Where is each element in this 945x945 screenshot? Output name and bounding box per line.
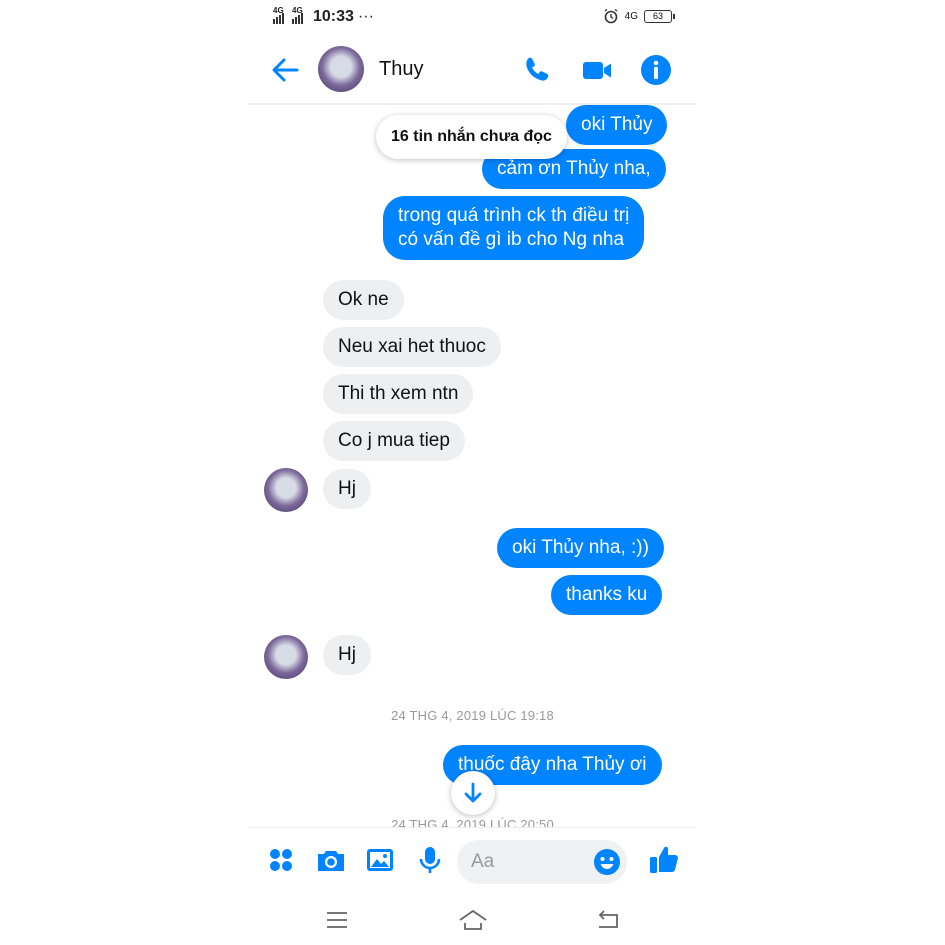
message-line: có vấn đề gì ib cho Ng nha <box>398 229 625 250</box>
message-list[interactable]: oki Thủy cảm ơn Thủy nha, trong quá trìn… <box>249 105 696 827</box>
incoming-message[interactable]: Hj <box>323 635 371 675</box>
info-icon[interactable] <box>640 54 672 86</box>
video-call-icon[interactable] <box>581 54 613 86</box>
contact-avatar[interactable] <box>318 46 364 92</box>
outgoing-message[interactable]: thanks ku <box>551 575 663 615</box>
home-icon[interactable] <box>458 907 488 933</box>
status-bar: 4G 4G 10:33 ··· 4G 63 <box>249 0 696 36</box>
network-type: 4G <box>624 10 638 22</box>
system-navigation-bar <box>249 897 696 945</box>
scroll-to-bottom-button[interactable] <box>451 771 495 815</box>
timestamp: 24 THG 4, 2019 LÚC 19:18 <box>391 708 554 723</box>
clock: 10:33 <box>313 8 354 25</box>
microphone-icon[interactable] <box>414 844 446 876</box>
phone-call-icon[interactable] <box>521 54 553 86</box>
message-line: trong quá trình ck th điều trị <box>398 205 630 226</box>
thumbs-up-icon[interactable] <box>647 842 681 876</box>
incoming-message[interactable]: Co j mua tiep <box>323 421 465 461</box>
incoming-message[interactable]: Thi th xem ntn <box>323 374 474 414</box>
back-nav-icon[interactable] <box>593 907 623 933</box>
composer-bar: Aa <box>249 827 696 898</box>
conversation-header: Thuy <box>249 40 696 102</box>
outgoing-message[interactable]: oki Thủy nha, :)) <box>497 528 664 568</box>
incoming-message[interactable]: Neu xai het thuoc <box>323 327 501 367</box>
arrow-down-icon <box>464 782 482 803</box>
contact-name[interactable]: Thuy <box>379 58 423 81</box>
message-input[interactable]: Aa <box>457 840 627 884</box>
battery-icon: 63 <box>644 9 675 23</box>
camera-icon[interactable] <box>315 844 347 876</box>
more-actions-icon[interactable] <box>265 844 297 876</box>
signal-icon: 4G <box>273 6 284 24</box>
sender-avatar[interactable] <box>264 468 308 512</box>
emoji-icon[interactable] <box>593 848 621 876</box>
incoming-message[interactable]: Ok ne <box>323 280 404 320</box>
outgoing-message[interactable]: trong quá trình ck th điều trị có vấn đề… <box>383 196 645 260</box>
unread-messages-banner[interactable]: 16 tin nhắn chưa đọc <box>376 115 567 159</box>
signal-icon: 4G <box>292 6 303 24</box>
outgoing-message[interactable]: oki Thủy <box>566 105 668 145</box>
back-arrow-icon[interactable] <box>269 54 301 86</box>
menu-icon[interactable] <box>322 907 352 933</box>
more-notifications: ··· <box>357 8 374 25</box>
timestamp: 24 THG 4, 2019 LÚC 20:50 <box>391 817 554 827</box>
messenger-screen: 4G 4G 10:33 ··· 4G 63 Thuy oki Thủy cảm … <box>249 0 696 945</box>
message-placeholder: Aa <box>471 851 495 872</box>
gallery-icon[interactable] <box>364 844 396 876</box>
sender-avatar[interactable] <box>264 635 308 679</box>
alarm-icon <box>604 8 618 24</box>
incoming-message[interactable]: Hj <box>323 469 371 509</box>
